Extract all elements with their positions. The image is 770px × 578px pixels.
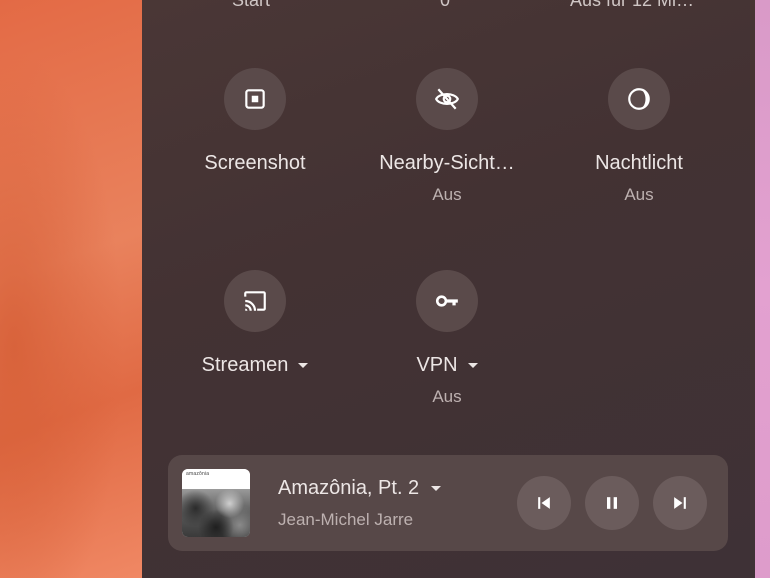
chevron-down-icon[interactable]	[467, 363, 478, 368]
previous-track-button[interactable]	[517, 476, 571, 530]
chevron-down-icon[interactable]	[431, 486, 442, 491]
pause-icon	[607, 497, 617, 509]
previous-row-labels: Start 0 Aus für 12 Mi…	[142, 0, 755, 10]
night-light-icon	[628, 88, 650, 110]
quick-settings-panel: Start 0 Aus für 12 Mi… Screenshot Nearby…	[142, 0, 755, 578]
screenshot-icon	[245, 89, 265, 109]
next-track-icon	[674, 497, 686, 509]
night-light-button[interactable]	[608, 68, 670, 130]
cast-button[interactable]	[224, 270, 286, 332]
next-track-button[interactable]	[653, 476, 707, 530]
vpn-key-icon	[435, 295, 458, 307]
previous-track-icon	[538, 497, 550, 509]
album-art: amazônia	[182, 469, 250, 537]
top-label-right: Aus für 12 Mi…	[570, 0, 695, 10]
tile-nearby-label: Nearby-Sicht…	[379, 152, 515, 174]
tile-cast: Streamen	[160, 270, 350, 377]
chevron-down-icon[interactable]	[298, 363, 309, 368]
visibility-off-icon	[434, 88, 460, 110]
tile-screenshot-label: Screenshot	[204, 152, 306, 174]
media-controls-card[interactable]: amazônia Amazônia, Pt. 2 Jean-Michel Jar…	[168, 455, 728, 551]
tile-vpn-status: Aus	[432, 387, 462, 406]
wallpaper-right	[755, 0, 770, 578]
screenshot-button[interactable]	[224, 68, 286, 130]
vpn-button[interactable]	[416, 270, 478, 332]
tile-night-light-status: Aus	[624, 185, 654, 204]
tile-nearby-visibility: Nearby-Sicht… Aus	[352, 68, 542, 205]
top-label-middle: 0	[440, 0, 451, 10]
cast-icon	[244, 291, 266, 311]
pause-button[interactable]	[585, 476, 639, 530]
tile-night-light: Nachtlicht Aus	[544, 68, 734, 205]
album-art-text: amazônia	[186, 471, 210, 477]
track-title[interactable]: Amazônia, Pt. 2	[278, 477, 442, 500]
tile-vpn: VPN Aus	[352, 270, 542, 407]
track-title-text: Amazônia, Pt. 2	[278, 477, 420, 499]
top-label-left: Start	[232, 0, 271, 10]
tile-cast-label: Streamen	[201, 354, 289, 376]
tile-screenshot: Screenshot	[160, 68, 350, 175]
track-artist: Jean-Michel Jarre	[278, 510, 414, 529]
tile-nearby-status: Aus	[432, 185, 462, 204]
tile-vpn-label: VPN	[416, 354, 458, 376]
nearby-visibility-button[interactable]	[416, 68, 478, 130]
tile-night-light-label: Nachtlicht	[595, 152, 683, 174]
wallpaper-left	[0, 0, 142, 578]
